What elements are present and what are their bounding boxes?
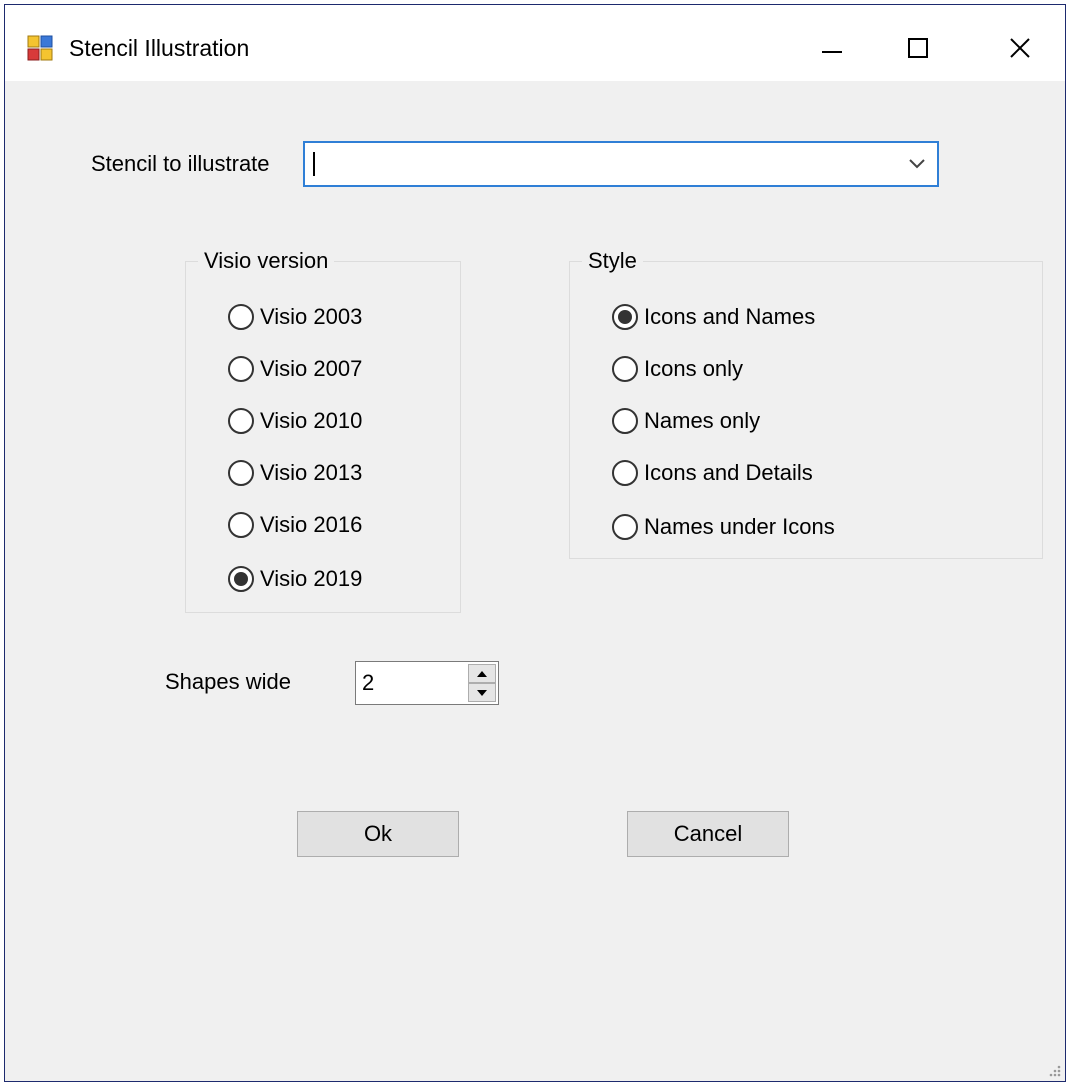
radio-label: Visio 2016 bbox=[260, 512, 363, 537]
text-caret bbox=[313, 152, 315, 176]
radio-label: Names under Icons bbox=[644, 514, 835, 539]
radio-label: Visio 2013 bbox=[260, 460, 363, 485]
radio-label: Visio 2007 bbox=[260, 356, 363, 381]
radio-icons-only[interactable]: Icons only bbox=[612, 354, 743, 384]
resize-grip-icon[interactable] bbox=[1047, 1063, 1061, 1077]
minimize-icon bbox=[822, 51, 842, 53]
radio-button[interactable] bbox=[228, 408, 254, 434]
stencil-label: Stencil to illustrate bbox=[91, 151, 270, 176]
radio-button[interactable] bbox=[228, 356, 254, 382]
radio-names-only[interactable]: Names only bbox=[612, 406, 760, 436]
radio-visio-2016[interactable]: Visio 2016 bbox=[228, 510, 362, 540]
stepper-down-button[interactable] bbox=[468, 683, 496, 702]
style-group: Style Icons and Names Icons only Names o… bbox=[569, 248, 1043, 559]
maximize-icon bbox=[908, 38, 928, 58]
chevron-down-icon[interactable] bbox=[907, 157, 927, 171]
style-title: Style bbox=[582, 248, 643, 274]
radio-label: Icons only bbox=[644, 356, 744, 381]
radio-visio-2010[interactable]: Visio 2010 bbox=[228, 406, 362, 436]
visio-version-group: Visio version Visio 2003 Visio 2007 Visi… bbox=[185, 248, 461, 613]
radio-button[interactable] bbox=[228, 512, 254, 538]
form-app-icon bbox=[27, 35, 53, 61]
stencil-illustration-window: Stencil Illustration Stencil to illustra… bbox=[4, 4, 1066, 1082]
radio-label: Visio 2010 bbox=[260, 408, 363, 433]
triangle-down-icon bbox=[477, 689, 487, 696]
radio-button-checked[interactable] bbox=[228, 566, 254, 592]
radio-button[interactable] bbox=[612, 356, 638, 382]
close-button[interactable] bbox=[985, 23, 1055, 73]
shapes-wide-stepper[interactable]: 2 bbox=[355, 661, 499, 705]
radio-label: Names only bbox=[644, 408, 761, 433]
radio-label: Icons and Names bbox=[644, 304, 816, 329]
radio-button-checked[interactable] bbox=[612, 304, 638, 330]
radio-button[interactable] bbox=[612, 460, 638, 486]
shapes-wide-label: Shapes wide bbox=[165, 669, 291, 694]
title-bar[interactable]: Stencil Illustration bbox=[5, 5, 1065, 81]
radio-button[interactable] bbox=[228, 304, 254, 330]
radio-visio-2007[interactable]: Visio 2007 bbox=[228, 354, 362, 384]
radio-button[interactable] bbox=[612, 408, 638, 434]
shapes-wide-value[interactable]: 2 bbox=[362, 670, 374, 696]
ok-button[interactable]: Ok bbox=[297, 811, 459, 857]
stencil-input[interactable] bbox=[317, 151, 881, 179]
close-icon bbox=[1010, 38, 1030, 58]
visio-version-title: Visio version bbox=[198, 248, 335, 274]
window-title: Stencil Illustration bbox=[69, 35, 250, 61]
radio-visio-2019[interactable]: Visio 2019 bbox=[228, 564, 362, 594]
cancel-button[interactable]: Cancel bbox=[627, 811, 789, 857]
radio-button[interactable] bbox=[228, 460, 254, 486]
radio-label: Icons and Details bbox=[644, 460, 813, 485]
radio-icons-and-names[interactable]: Icons and Names bbox=[612, 302, 815, 332]
radio-visio-2013[interactable]: Visio 2013 bbox=[228, 458, 362, 488]
minimize-button[interactable] bbox=[797, 23, 867, 73]
stencil-combobox[interactable] bbox=[303, 141, 939, 187]
stepper-buttons bbox=[468, 664, 496, 702]
stepper-up-button[interactable] bbox=[468, 664, 496, 683]
radio-button[interactable] bbox=[612, 514, 638, 540]
radio-icons-and-details[interactable]: Icons and Details bbox=[612, 458, 813, 488]
maximize-button[interactable] bbox=[883, 23, 953, 73]
radio-label: Visio 2003 bbox=[260, 304, 363, 329]
radio-visio-2003[interactable]: Visio 2003 bbox=[228, 302, 362, 332]
triangle-up-icon bbox=[477, 670, 487, 677]
radio-label: Visio 2019 bbox=[260, 566, 363, 591]
radio-names-under-icons[interactable]: Names under Icons bbox=[612, 512, 835, 542]
